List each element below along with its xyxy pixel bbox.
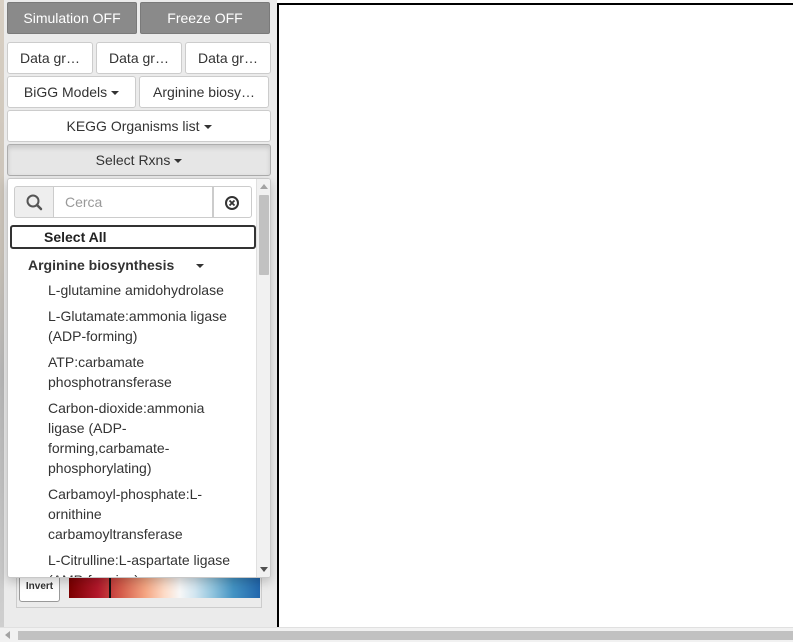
reaction-option[interactable]: L-Glutamate:ammonia ligase (ADP-forming) [48,306,238,346]
map-canvas[interactable] [277,3,793,627]
reaction-option[interactable]: L-Citrulline:L-aspartate ligase (AMP-for… [48,550,238,577]
search-addon [14,186,54,218]
reaction-option[interactable]: Carbon-dioxide:ammonia ligase (ADP-formi… [48,398,238,478]
scroll-up-arrow-icon[interactable] [260,184,268,189]
select-all-option[interactable]: Select All [10,225,256,249]
kegg-organisms-dropdown[interactable]: KEGG Organisms list [7,110,271,142]
horizontal-scrollbar-thumb[interactable] [18,631,793,640]
data-group-button-2[interactable]: Data gr… [96,42,182,74]
search-group [14,186,252,218]
data-group-button-3[interactable]: Data gr… [185,42,271,74]
reaction-option[interactable]: L-glutamine amidohydrolase [48,280,238,300]
scrollbar-thumb[interactable] [259,195,269,275]
dropdown-scrollbar[interactable] [256,179,270,577]
scroll-left-arrow-icon[interactable] [5,631,10,639]
clear-circle-x-icon [225,196,239,210]
simulation-toggle-button[interactable]: Simulation OFF [7,2,137,34]
color-scale-bar[interactable] [69,578,260,598]
reaction-option[interactable]: ATP:carbamate phosphotransferase [48,352,238,392]
select-rxns-dropdown[interactable]: Select Rxns [7,144,271,176]
scroll-down-arrow-icon[interactable] [260,567,268,572]
data-group-button-1[interactable]: Data gr… [7,42,93,74]
reaction-list: L-glutamine amidohydrolase L-Glutamate:a… [48,280,238,577]
chevron-down-icon [111,91,120,96]
pathway-dropdown[interactable]: Arginine biosy… [139,76,269,108]
search-input[interactable] [53,186,213,218]
sidebar: Simulation OFF Freeze OFF Data gr… Data … [0,0,277,627]
freeze-toggle-button[interactable]: Freeze OFF [140,2,270,34]
bigg-models-label: BiGG Models [23,84,108,100]
group-label: Arginine biosynthesis [28,257,175,273]
sidebar-edge [0,0,4,627]
chevron-down-icon [174,159,183,164]
chevron-down-icon [196,264,205,269]
pathway-label: Arginine biosy… [153,84,255,100]
group-header-arginine-biosynthesis[interactable]: Arginine biosynthesis [28,255,228,275]
select-rxns-menu: Select All Arginine biosynthesis L-gluta… [7,178,271,578]
horizontal-scrollbar[interactable] [0,627,793,642]
reaction-option[interactable]: Carbamoyl-phosphate:L-ornithine carbamoy… [48,484,238,544]
search-icon [26,194,43,211]
select-rxns-label: Select Rxns [95,152,171,168]
clear-search-button[interactable] [213,186,252,218]
kegg-organisms-label: KEGG Organisms list [66,118,200,134]
bigg-models-dropdown[interactable]: BiGG Models [7,76,136,108]
chevron-down-icon [203,125,212,130]
color-scale-marker[interactable] [109,578,111,598]
